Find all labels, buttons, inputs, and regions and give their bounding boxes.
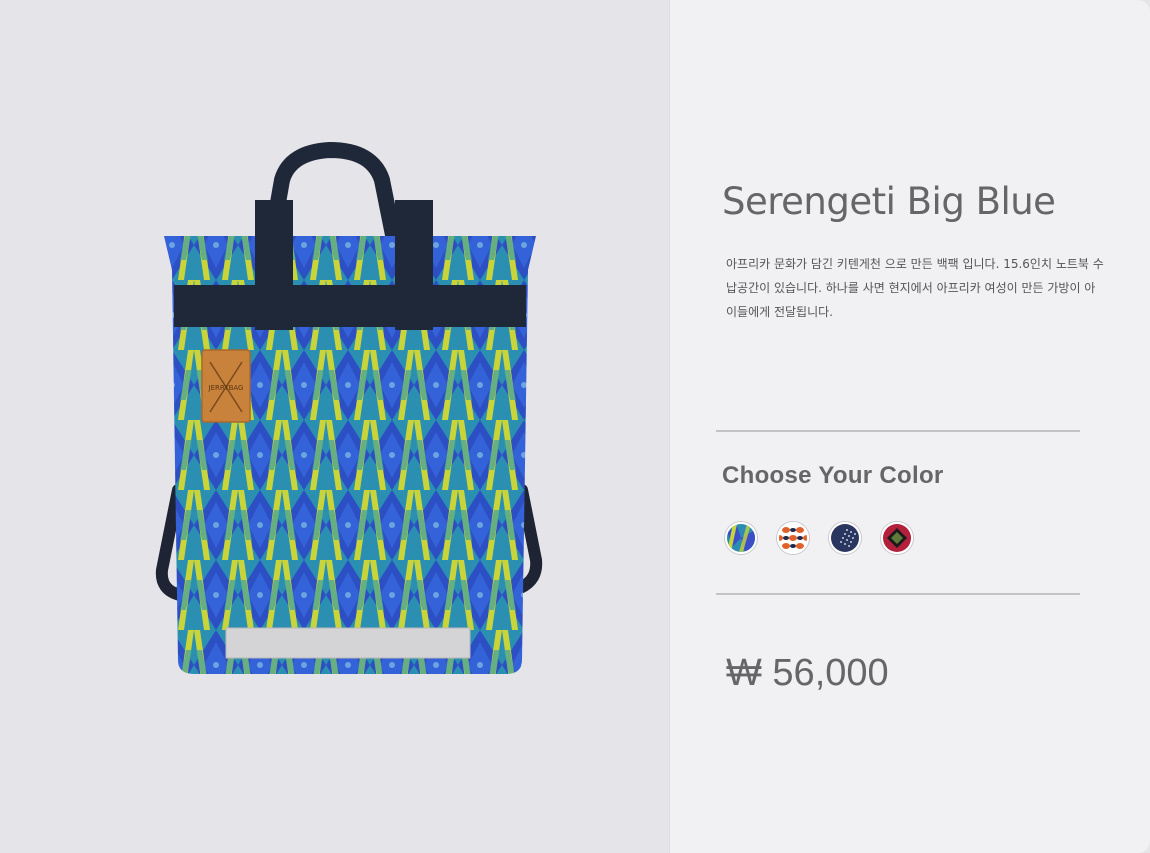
color-swatch-red-green[interactable] bbox=[881, 522, 913, 554]
divider bbox=[716, 593, 1080, 595]
color-heading: Choose Your Color bbox=[722, 462, 944, 489]
divider bbox=[716, 430, 1080, 432]
blue-green-pattern-icon bbox=[727, 524, 755, 552]
product-price: ₩ 56,000 bbox=[726, 652, 889, 694]
product-title: Serengeti Big Blue bbox=[722, 180, 1056, 223]
color-swatch-blue-green[interactable] bbox=[725, 522, 757, 554]
color-swatch-navy-dots[interactable] bbox=[829, 522, 861, 554]
product-image: JERRYBAG bbox=[155, 141, 543, 674]
product-description: 아프리카 문화가 담긴 키텐게천 으로 만든 백팩 입니다. 15.6인치 노트… bbox=[726, 257, 1104, 319]
svg-text:JERRYBAG: JERRYBAG bbox=[208, 384, 244, 392]
product-image-panel: JERRYBAG bbox=[0, 0, 669, 853]
color-swatches bbox=[725, 522, 913, 554]
color-swatch-orange-navy[interactable] bbox=[777, 522, 809, 554]
orange-navy-pattern-icon bbox=[779, 524, 807, 552]
product-card: JERRYBAG Serengeti Big Blue 아프리카 문화가 담긴 … bbox=[0, 0, 1150, 853]
navy-dot-pattern-icon bbox=[831, 524, 859, 552]
red-green-pattern-icon bbox=[883, 524, 911, 552]
product-info-panel bbox=[669, 0, 1150, 853]
